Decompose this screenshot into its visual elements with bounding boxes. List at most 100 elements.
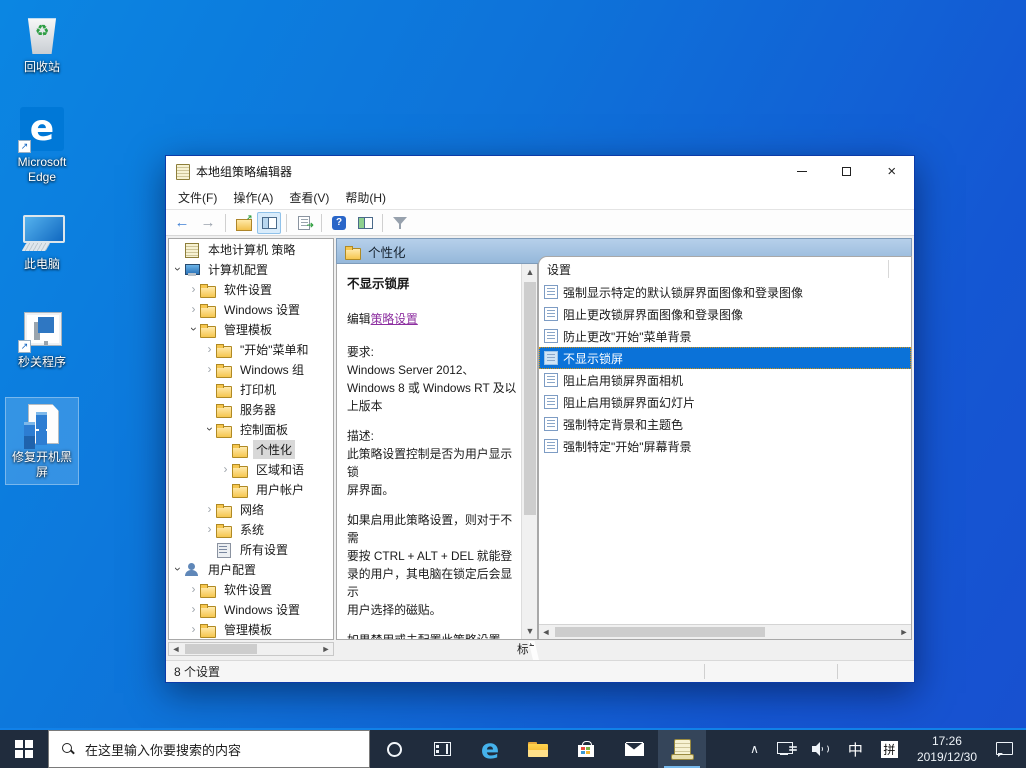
help-button[interactable]: ? [327, 212, 351, 234]
scroll-right-icon[interactable]: ► [319, 643, 333, 655]
filter-button[interactable] [388, 212, 412, 234]
tree-item-admin-templates[interactable]: 管理模板 [169, 319, 333, 339]
desktop-icon-edge[interactable]: ↗ Microsoft Edge [6, 103, 78, 189]
expander-icon[interactable] [187, 582, 200, 596]
ime-badge-button[interactable]: 拼 [874, 729, 905, 768]
policy-row[interactable]: 阻止启用锁屏界面幻灯片 [539, 391, 911, 413]
up-one-level-button[interactable] [231, 212, 255, 234]
tree-item-windows-settings-user[interactable]: Windows 设置 [169, 599, 333, 619]
menu-action[interactable]: 操作(A) [225, 186, 281, 209]
expander-icon[interactable] [203, 502, 216, 516]
expander-icon[interactable] [203, 422, 216, 436]
close-button[interactable]: × [869, 156, 914, 186]
expander-icon[interactable] [187, 302, 200, 316]
network-button[interactable] [770, 729, 801, 768]
list-horizontal-scrollbar[interactable]: ◄ ► [539, 624, 911, 639]
scroll-left-icon[interactable]: ◄ [169, 643, 183, 655]
details-vertical-scrollbar[interactable]: ▲ ▼ [521, 264, 537, 639]
maximize-button[interactable] [824, 156, 869, 186]
expander-icon[interactable] [171, 262, 184, 276]
scroll-up-icon[interactable]: ▲ [522, 264, 538, 280]
policy-row[interactable]: 强制显示特定的默认锁屏界面图像和登录图像 [539, 281, 911, 303]
maximize-icon [842, 167, 851, 176]
tree-horizontal-scrollbar[interactable]: ◄ ► [168, 642, 334, 656]
app-shortcut-icon: ↗ [20, 307, 64, 351]
tree-item-server[interactable]: 服务器 [169, 399, 333, 419]
tree-item-network[interactable]: 网络 [169, 499, 333, 519]
export-list-button[interactable] [292, 212, 316, 234]
minimize-button[interactable] [779, 156, 824, 186]
back-button[interactable]: ← [170, 212, 194, 234]
expander-icon[interactable] [171, 562, 184, 576]
start-button[interactable] [0, 730, 48, 768]
registry-file-icon [20, 402, 64, 446]
tree-item-user-accounts[interactable]: 用户帐户 [169, 479, 333, 499]
cortana-button[interactable] [370, 730, 418, 768]
action-center-button[interactable] [989, 729, 1020, 768]
tree-item-personalization[interactable]: 个性化 [169, 439, 333, 459]
edit-policy-setting-link[interactable]: 策略设置 [371, 312, 418, 326]
policy-row[interactable]: 防止更改"开始"菜单背景 [539, 325, 911, 347]
expander-icon[interactable] [187, 602, 200, 616]
scrollbar-thumb[interactable] [524, 282, 536, 515]
menu-file[interactable]: 文件(F) [170, 186, 225, 209]
expander-icon[interactable] [203, 522, 216, 536]
policy-row[interactable]: 强制特定背景和主题色 [539, 413, 911, 435]
tree-item-admin-templates-user[interactable]: 管理模板 [169, 619, 333, 639]
policy-row[interactable]: 阻止更改锁屏界面图像和登录图像 [539, 303, 911, 325]
description-paragraph: 如果启用此策略设置，则对于不需 要按 CTRL + ALT + DEL 就能登 … [347, 511, 517, 619]
tree-item-computer-config[interactable]: 计算机配置 [169, 259, 333, 279]
column-separator[interactable] [888, 260, 889, 278]
tree-item-all-settings[interactable]: 所有设置 [169, 539, 333, 559]
edge-taskbar-button[interactable]: e [466, 730, 514, 768]
store-button[interactable] [562, 730, 610, 768]
tree-item-user-config[interactable]: 用户配置 [169, 559, 333, 579]
hidden-icons-button[interactable]: ∧ [743, 729, 766, 768]
scroll-right-icon[interactable]: ► [897, 626, 911, 638]
console-tree-toggle-button[interactable] [257, 212, 281, 234]
menu-view[interactable]: 查看(V) [281, 186, 337, 209]
tree-item-windows-settings[interactable]: Windows 设置 [169, 299, 333, 319]
title-bar[interactable]: 本地组策略编辑器 × [166, 156, 914, 186]
desktop-icon-this-pc[interactable]: 此电脑 [6, 205, 78, 276]
clock[interactable]: 17:26 2019/12/30 [909, 733, 985, 765]
task-view-button[interactable] [418, 730, 466, 768]
scrollbar-thumb[interactable] [555, 627, 765, 637]
forward-button[interactable]: → [196, 212, 220, 234]
taskbar-search[interactable]: 在这里输入你要搜索的内容 [48, 730, 370, 768]
tree-item-software-settings[interactable]: 软件设置 [169, 279, 333, 299]
tree-item-start-menu[interactable]: "开始"菜单和 [169, 339, 333, 359]
expander-icon[interactable] [203, 362, 216, 376]
menu-help[interactable]: 帮助(H) [337, 186, 394, 209]
file-explorer-button[interactable] [514, 730, 562, 768]
gpedit-taskbar-button[interactable] [658, 730, 706, 768]
desktop-icon-recycle-bin[interactable]: 回收站 [6, 8, 78, 79]
ime-mode-button[interactable]: 中 [841, 729, 870, 768]
tree-item-windows-components[interactable]: Windows 组 [169, 359, 333, 379]
settings-column-header[interactable]: 设置 [539, 257, 911, 281]
policy-row[interactable]: 阻止启用锁屏界面相机 [539, 369, 911, 391]
scroll-left-icon[interactable]: ◄ [539, 626, 553, 638]
expander-icon[interactable] [203, 342, 216, 356]
tree-item-region-language[interactable]: 区域和语 [169, 459, 333, 479]
action-pane-toggle-button[interactable] [353, 212, 377, 234]
tree-item-local-policy[interactable]: 本地计算机 策略 [169, 239, 333, 259]
expander-icon[interactable] [187, 622, 200, 636]
tree-item-control-panel[interactable]: 控制面板 [169, 419, 333, 439]
clock-time: 17:26 [932, 733, 962, 749]
expander-icon[interactable] [219, 462, 232, 476]
expander-icon[interactable] [187, 322, 200, 336]
tree-item-system[interactable]: 系统 [169, 519, 333, 539]
policy-row-selected[interactable]: 不显示锁屏 [539, 347, 911, 369]
desktop-icon-registry-file[interactable]: 修复开机黑屏 [6, 398, 78, 484]
expander-icon[interactable] [187, 282, 200, 296]
volume-button[interactable] [805, 729, 837, 768]
help-icon: ? [332, 216, 346, 230]
mail-button[interactable] [610, 730, 658, 768]
tree-item-software-settings-user[interactable]: 软件设置 [169, 579, 333, 599]
tree-item-printers[interactable]: 打印机 [169, 379, 333, 399]
desktop-icon-app-shortcut[interactable]: ↗ 秒关程序 [6, 303, 78, 374]
scroll-down-icon[interactable]: ▼ [522, 623, 538, 639]
policy-row[interactable]: 强制特定"开始"屏幕背景 [539, 435, 911, 457]
scrollbar-thumb[interactable] [185, 644, 257, 654]
